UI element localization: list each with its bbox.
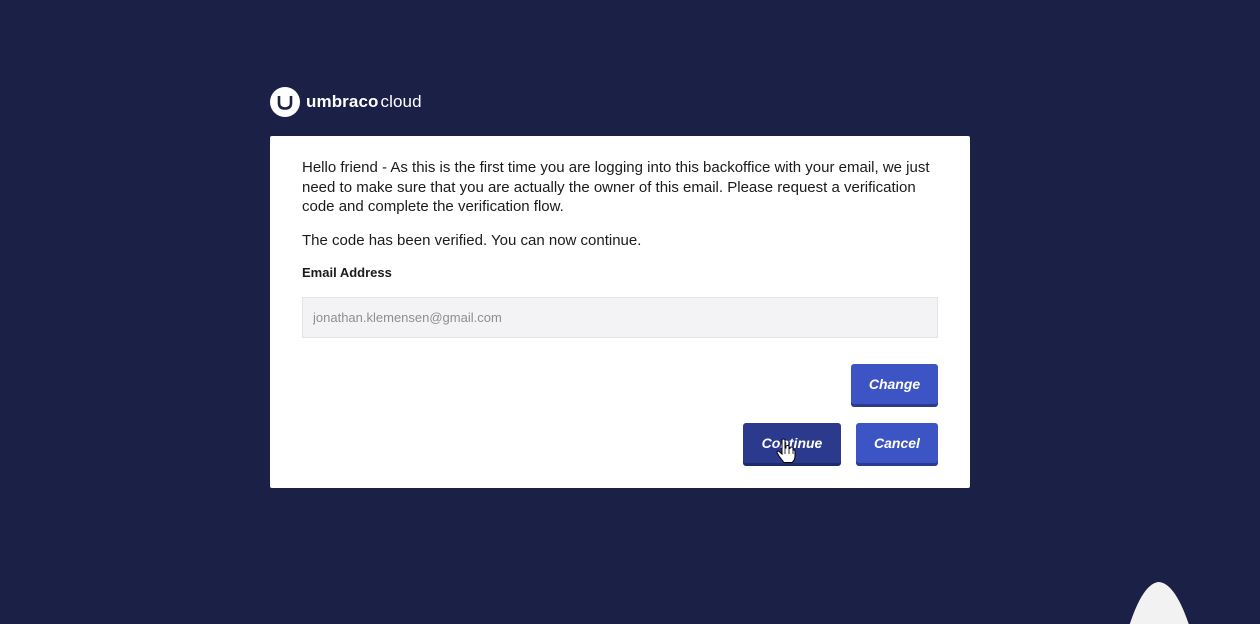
email-label: Email Address	[302, 264, 392, 280]
continue-button[interactable]: Continue	[743, 423, 841, 463]
email-field[interactable]	[302, 296, 938, 338]
brand-name-light: cloud	[380, 91, 422, 111]
change-button[interactable]: Change	[851, 364, 938, 404]
cancel-button[interactable]: Cancel	[856, 423, 938, 463]
login-page: umbraco cloud Hello friend - As this is t…	[0, 0, 1260, 624]
brand-name-bold: umbraco	[306, 91, 379, 111]
verification-dialog: Hello friend - As this is the first time…	[270, 136, 970, 488]
intro-message: Hello friend - As this is the first time…	[302, 159, 930, 215]
decorative-shape	[1129, 582, 1189, 624]
verification-status: The code has been verified. You can now …	[302, 231, 642, 249]
brand-name: umbraco cloud	[306, 87, 422, 117]
umbraco-u-icon	[270, 86, 300, 117]
brand-logo: umbraco cloud	[270, 86, 422, 117]
